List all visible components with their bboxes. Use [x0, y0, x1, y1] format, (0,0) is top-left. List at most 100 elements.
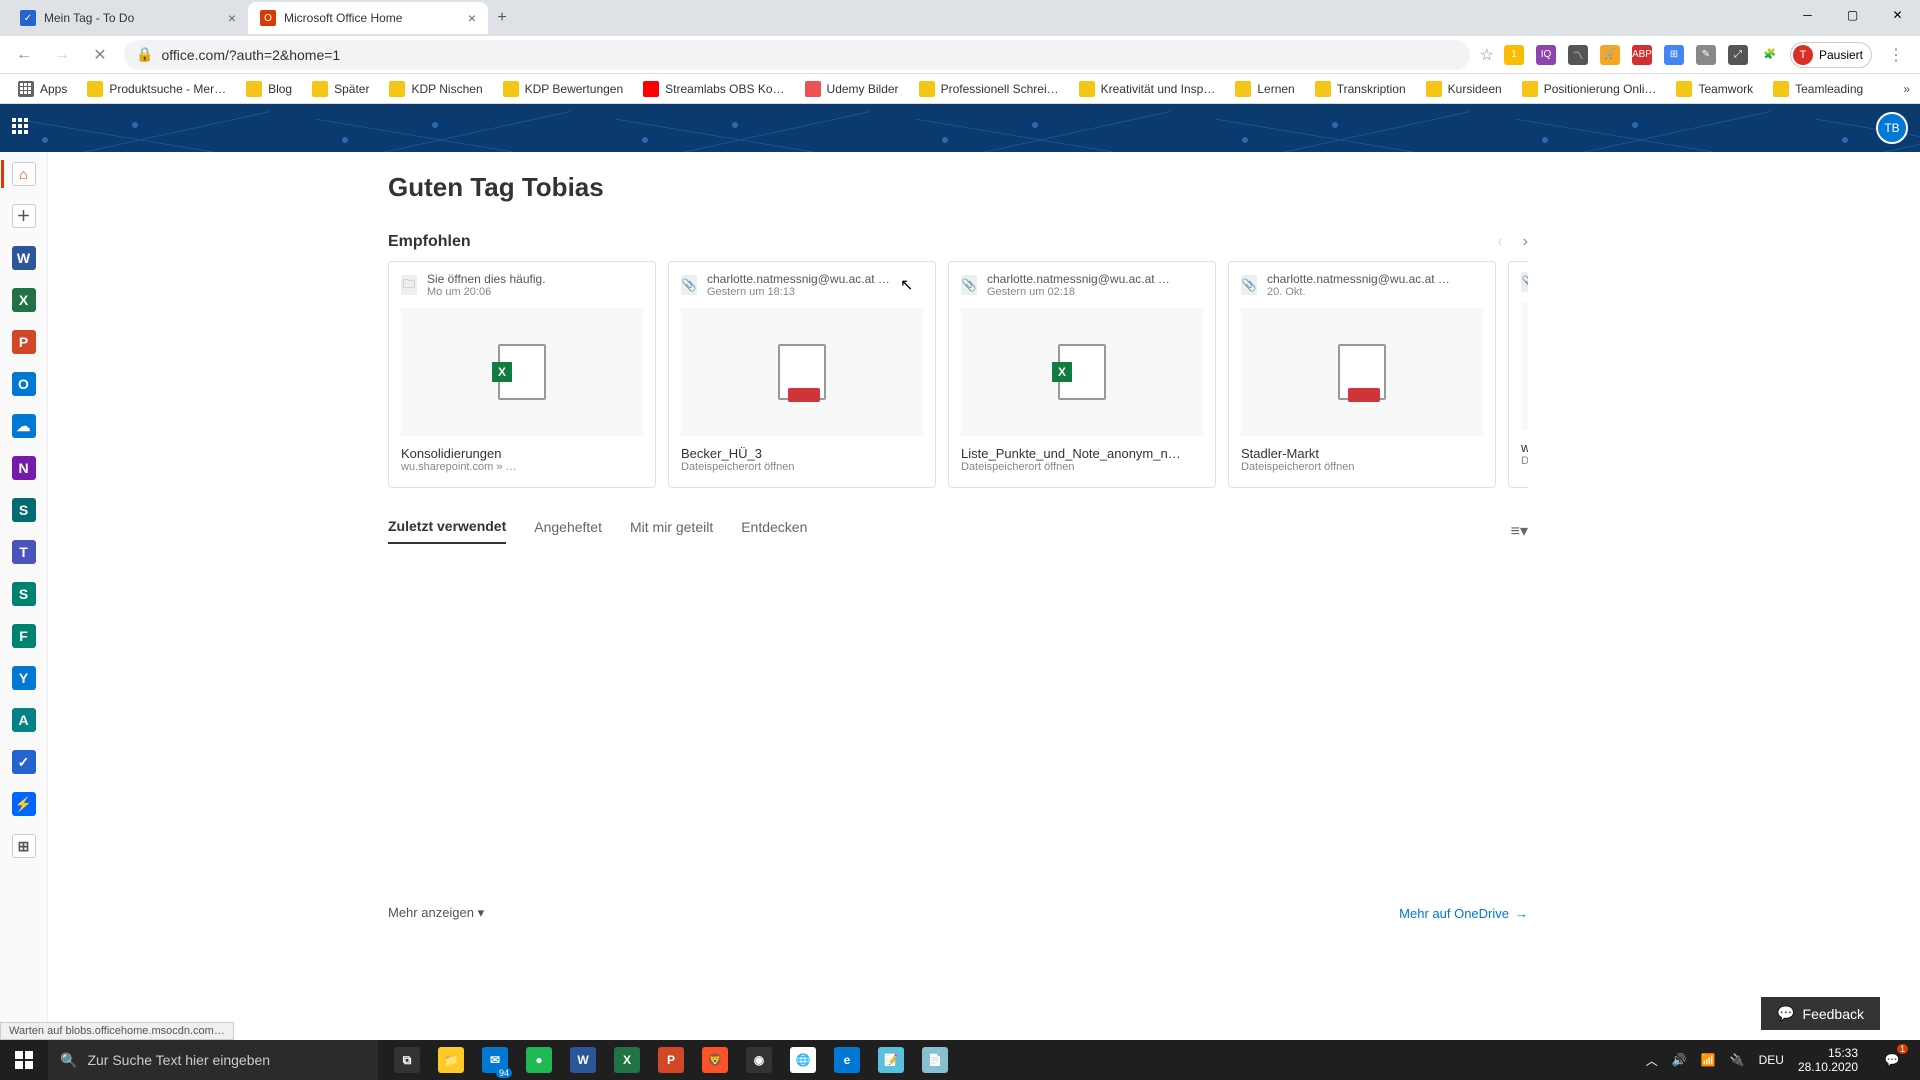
- feedback-button[interactable]: 💬 Feedback: [1761, 997, 1880, 1030]
- bookmark-item[interactable]: Udemy Bilder: [797, 77, 907, 101]
- bookmark-item[interactable]: KDP Bewertungen: [495, 77, 632, 101]
- taskbar-app-edge[interactable]: e: [826, 1040, 868, 1080]
- content-tab[interactable]: Mit mir geteilt: [630, 519, 713, 543]
- card-location: Dateispeicherort öffnen: [681, 461, 923, 473]
- taskbar-app-brave[interactable]: 🦁: [694, 1040, 736, 1080]
- account-avatar[interactable]: TB: [1876, 112, 1908, 144]
- clock[interactable]: 15:33 28.10.2020: [1798, 1046, 1858, 1075]
- taskbar-app-mail[interactable]: ✉94: [474, 1040, 516, 1080]
- rail-sharepoint-icon[interactable]: S: [12, 498, 36, 522]
- bookmark-item[interactable]: Teamwork: [1668, 77, 1761, 101]
- show-more-link[interactable]: Mehr anzeigen ▾: [388, 905, 484, 921]
- extension-icon[interactable]: 🛒: [1600, 45, 1620, 65]
- view-options-icon[interactable]: ≡▾: [1511, 521, 1528, 541]
- rail-forms-icon[interactable]: F: [12, 624, 36, 648]
- more-onedrive-link[interactable]: Mehr auf OneDrive →: [1399, 905, 1528, 921]
- recommended-card[interactable]: 📎 ws. Dat: [1508, 261, 1528, 488]
- recommended-card[interactable]: 📎 charlotte.natmessnig@wu.ac.at … Gester…: [948, 261, 1216, 488]
- battery-icon[interactable]: 🔌: [1730, 1053, 1745, 1067]
- browser-tab[interactable]: O Microsoft Office Home ×: [248, 2, 488, 34]
- taskbar-app-task-view[interactable]: ⧉: [386, 1040, 428, 1080]
- rail-onedrive-icon[interactable]: ☁: [12, 414, 36, 438]
- bookmark-item[interactable]: Streamlabs OBS Ko…: [635, 77, 792, 101]
- bookmark-item[interactable]: Blog: [238, 77, 300, 101]
- extension-icon[interactable]: ABP: [1632, 45, 1652, 65]
- rail-sway-icon[interactable]: S: [12, 582, 36, 606]
- taskbar-app-excel[interactable]: X: [606, 1040, 648, 1080]
- recommended-card[interactable]: 📎 charlotte.natmessnig@wu.ac.at … Gester…: [668, 261, 936, 488]
- rail-create-icon[interactable]: ＋: [12, 204, 36, 228]
- bookmark-item[interactable]: Produktsuche - Mer…: [79, 77, 234, 101]
- menu-button[interactable]: ⋮: [1882, 41, 1910, 69]
- rail-all-apps-icon[interactable]: ⊞: [12, 834, 36, 858]
- rail-todo-icon[interactable]: ✓: [12, 750, 36, 774]
- start-button[interactable]: [0, 1040, 48, 1080]
- taskbar-app-explorer[interactable]: 📁: [430, 1040, 472, 1080]
- close-window-button[interactable]: ✕: [1875, 0, 1920, 30]
- url-input[interactable]: 🔒 office.com/?auth=2&home=1: [124, 40, 1470, 70]
- app-launcher-icon[interactable]: [12, 118, 32, 138]
- bookmarks-overflow-icon[interactable]: »: [1903, 82, 1910, 96]
- language-indicator[interactable]: DEU: [1759, 1053, 1784, 1067]
- forward-button[interactable]: →: [48, 41, 76, 69]
- bookmark-item[interactable]: KDP Nischen: [381, 77, 490, 101]
- rail-onenote-icon[interactable]: N: [12, 456, 36, 480]
- taskbar-app-powerpoint[interactable]: P: [650, 1040, 692, 1080]
- apps-shortcut[interactable]: Apps: [10, 77, 75, 101]
- taskbar-app-notepad[interactable]: 📝: [870, 1040, 912, 1080]
- taskbar-app-word[interactable]: W: [562, 1040, 604, 1080]
- card-time-text: 20. Okt.: [1267, 286, 1450, 298]
- taskbar-search[interactable]: 🔍 Zur Suche Text hier eingeben: [48, 1040, 378, 1080]
- close-tab-icon[interactable]: ×: [468, 10, 476, 26]
- close-tab-icon[interactable]: ×: [228, 10, 236, 26]
- bookmark-item[interactable]: Kursideen: [1418, 77, 1510, 101]
- rail-home-icon[interactable]: ⌂: [12, 162, 36, 186]
- extension-icon[interactable]: ⤢: [1728, 45, 1748, 65]
- content-tab[interactable]: Angeheftet: [534, 519, 602, 543]
- rail-teams-icon[interactable]: T: [12, 540, 36, 564]
- bookmark-item[interactable]: Teamleading: [1765, 77, 1871, 101]
- rail-power-automate-icon[interactable]: ⚡: [12, 792, 36, 816]
- rail-yammer-icon[interactable]: Y: [12, 666, 36, 690]
- new-tab-button[interactable]: +: [488, 4, 516, 32]
- content-tab[interactable]: Zuletzt verwendet: [388, 518, 506, 544]
- minimize-button[interactable]: ─: [1785, 0, 1830, 30]
- browser-tab[interactable]: ✓ Mein Tag - To Do ×: [8, 2, 248, 34]
- bookmark-item[interactable]: Lernen: [1227, 77, 1302, 101]
- taskbar-app-obs[interactable]: ◉: [738, 1040, 780, 1080]
- recommended-card[interactable]: 🗀 Sie öffnen dies häufig. Mo um 20:06 Ko…: [388, 261, 656, 488]
- profile-button[interactable]: T Pausiert: [1790, 42, 1872, 68]
- rail-admin-icon[interactable]: A: [12, 708, 36, 732]
- extension-icon[interactable]: 〽: [1568, 45, 1588, 65]
- taskbar-app-spotify[interactable]: ●: [518, 1040, 560, 1080]
- bookmark-label: Blog: [268, 82, 292, 96]
- taskbar-app-chrome[interactable]: 🌐: [782, 1040, 824, 1080]
- rail-outlook-icon[interactable]: O: [12, 372, 36, 396]
- tray-overflow-icon[interactable]: ︿: [1646, 1052, 1658, 1069]
- rail-powerpoint-icon[interactable]: P: [12, 330, 36, 354]
- back-button[interactable]: ←: [10, 41, 38, 69]
- taskbar-app-wordpad[interactable]: 📄: [914, 1040, 956, 1080]
- bookmark-item[interactable]: Kreativität und Insp…: [1071, 77, 1224, 101]
- volume-icon[interactable]: 🔊: [1672, 1053, 1687, 1067]
- bookmark-star-icon[interactable]: ☆: [1480, 45, 1494, 65]
- bookmark-item[interactable]: Professionell Schrei…: [911, 77, 1067, 101]
- bookmark-item[interactable]: Positionierung Onli…: [1514, 77, 1665, 101]
- wifi-icon[interactable]: 📶: [1701, 1053, 1716, 1067]
- carousel-next-icon[interactable]: ›: [1523, 233, 1528, 251]
- bookmark-item[interactable]: Transkription: [1307, 77, 1414, 101]
- carousel-prev-icon[interactable]: ‹: [1497, 233, 1502, 251]
- extensions-menu-icon[interactable]: 🧩: [1760, 45, 1780, 65]
- bookmark-item[interactable]: Später: [304, 77, 377, 101]
- extension-icon[interactable]: 1: [1504, 45, 1524, 65]
- content-tab[interactable]: Entdecken: [741, 519, 807, 543]
- rail-word-icon[interactable]: W: [12, 246, 36, 270]
- recommended-card[interactable]: 📎 charlotte.natmessnig@wu.ac.at … 20. Ok…: [1228, 261, 1496, 488]
- notifications-button[interactable]: 💬 1: [1872, 1040, 1912, 1080]
- maximize-button[interactable]: ▢: [1830, 0, 1875, 30]
- rail-excel-icon[interactable]: X: [12, 288, 36, 312]
- reload-button[interactable]: ✕: [86, 41, 114, 69]
- extension-icon[interactable]: IQ: [1536, 45, 1556, 65]
- extension-icon[interactable]: ⊞: [1664, 45, 1684, 65]
- extension-icon[interactable]: ✎: [1696, 45, 1716, 65]
